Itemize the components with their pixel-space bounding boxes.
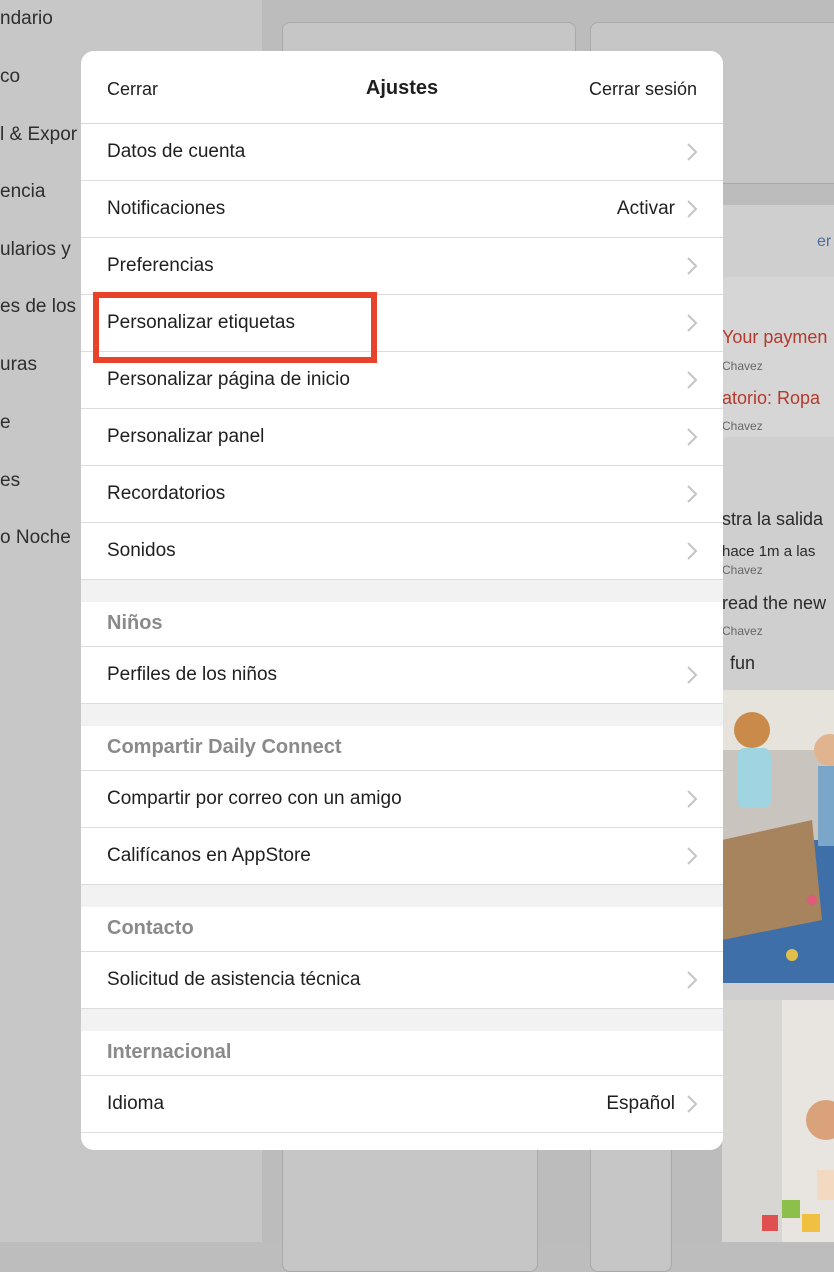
section-title: Contacto: [107, 917, 194, 939]
feed-item-author: Chavez: [722, 624, 763, 638]
row-label: Preferencias: [107, 255, 214, 276]
settings-list: Datos de cuenta Notificaciones Activar P…: [81, 124, 723, 1133]
sidebar-item: co: [0, 66, 21, 87]
section-gap: [81, 885, 723, 907]
sidebar-item: uras: [0, 354, 37, 375]
row-label: Solicitud de asistencia técnica: [107, 969, 361, 990]
section-header-contact: Contacto: [81, 907, 723, 952]
row-label: Datos de cuenta: [107, 141, 246, 162]
section-gap: [81, 580, 723, 602]
row-label: Idioma: [107, 1093, 165, 1114]
section-title: Internacional: [107, 1041, 232, 1063]
row-value: Español: [606, 1093, 675, 1114]
section-header-international: Internacional: [81, 1031, 723, 1076]
chevron-right-icon: [687, 485, 698, 503]
background-feed: er Your paymen Chavez atorio: Ropa Chave…: [722, 205, 834, 1242]
feed-item-bg: [722, 277, 834, 437]
section-title: Compartir Daily Connect: [107, 736, 342, 758]
settings-row-support-request[interactable]: Solicitud de asistencia técnica: [81, 952, 723, 1009]
feed-link: er: [817, 233, 832, 250]
settings-row-custom-labels[interactable]: Personalizar etiquetas: [81, 295, 723, 352]
section-gap: [81, 1009, 723, 1031]
row-value: Activar: [616, 198, 675, 219]
row-label: Califícanos en AppStore: [107, 845, 311, 866]
settings-row-account[interactable]: Datos de cuenta: [81, 124, 723, 181]
sidebar-item: l & Expor: [0, 124, 78, 145]
row-label: Personalizar etiquetas: [107, 312, 295, 333]
chevron-right-icon: [687, 257, 698, 275]
settings-row-reminders[interactable]: Recordatorios: [81, 466, 723, 523]
row-label: Personalizar página de inicio: [107, 369, 350, 390]
row-label: Personalizar panel: [107, 426, 265, 447]
feed-photo: [722, 1000, 834, 1242]
sidebar-item: ndario: [0, 8, 53, 29]
sidebar-item: es de los: [0, 296, 77, 317]
feed-item-title: atorio: Ropa: [722, 388, 821, 408]
chevron-right-icon: [687, 1095, 698, 1113]
logout-button[interactable]: Cerrar sesión: [589, 79, 697, 100]
chevron-right-icon: [687, 847, 698, 865]
sidebar-item: e: [0, 412, 11, 433]
modal-header: Cerrar Ajustes Cerrar sesión: [81, 51, 723, 124]
chevron-right-icon: [687, 428, 698, 446]
feed-item-author: Chavez: [722, 563, 763, 577]
chevron-right-icon: [687, 143, 698, 161]
chevron-right-icon: [687, 542, 698, 560]
sidebar-item: ularios y: [0, 239, 71, 260]
chevron-right-icon: [687, 314, 698, 332]
row-label: Perfiles de los niños: [107, 664, 278, 685]
section-header-share: Compartir Daily Connect: [81, 726, 723, 771]
settings-row-custom-home[interactable]: Personalizar página de inicio: [81, 352, 723, 409]
feed-item-title: stra la salida: [722, 509, 824, 529]
row-label: Compartir por correo con un amigo: [107, 788, 402, 809]
background-card: [590, 1130, 672, 1272]
feed-item-author: Chavez: [722, 419, 763, 433]
feed-item-title: fun: [730, 653, 756, 673]
settings-modal: Cerrar Ajustes Cerrar sesión Datos de cu…: [81, 51, 723, 1150]
settings-row-sounds[interactable]: Sonidos: [81, 523, 723, 580]
section-title: Niños: [107, 612, 163, 634]
feed-item-title: Your paymen: [722, 327, 828, 347]
section-header-kids: Niños: [81, 602, 723, 647]
row-label: Sonidos: [107, 540, 176, 561]
feed-item-author: Chavez: [722, 359, 763, 373]
feed-item-title: read the new: [722, 593, 827, 613]
sidebar-item: es: [0, 470, 21, 491]
feed-item-time: hace 1m a las: [722, 543, 816, 560]
feed-photo: [722, 690, 834, 983]
chevron-right-icon: [687, 200, 698, 218]
chevron-right-icon: [687, 971, 698, 989]
section-gap: [81, 704, 723, 726]
row-label: Recordatorios: [107, 483, 226, 504]
chevron-right-icon: [687, 666, 698, 684]
sidebar-item: encia: [0, 181, 46, 202]
settings-row-custom-panel[interactable]: Personalizar panel: [81, 409, 723, 466]
settings-row-language[interactable]: Idioma Español: [81, 1076, 723, 1133]
row-label: Notificaciones: [107, 198, 226, 219]
settings-row-notifications[interactable]: Notificaciones Activar: [81, 181, 723, 238]
chevron-right-icon: [687, 790, 698, 808]
background-card: [282, 1130, 538, 1272]
sidebar-item: o Noche: [0, 527, 71, 548]
settings-row-rate-appstore[interactable]: Califícanos en AppStore: [81, 828, 723, 885]
settings-row-kid-profiles[interactable]: Perfiles de los niños: [81, 647, 723, 704]
settings-row-preferences[interactable]: Preferencias: [81, 238, 723, 295]
settings-row-share-email[interactable]: Compartir por correo con un amigo: [81, 771, 723, 828]
chevron-right-icon: [687, 371, 698, 389]
